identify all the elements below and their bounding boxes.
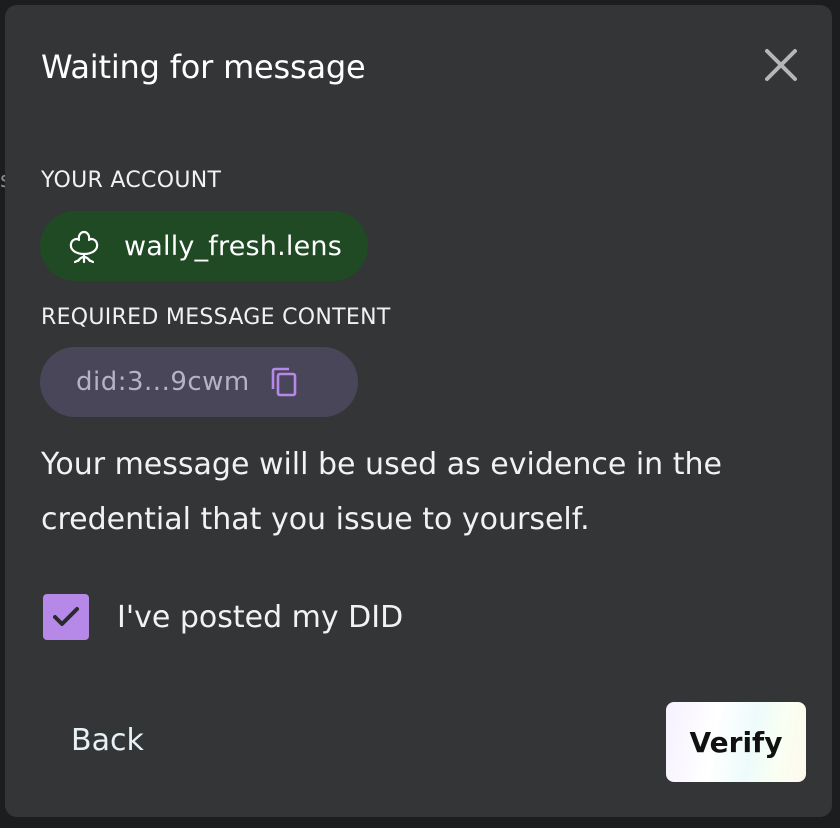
account-badge: wally_fresh.lens — [40, 211, 368, 281]
close-button[interactable] — [757, 41, 805, 89]
lens-protocol-icon — [62, 224, 106, 268]
your-account-label: YOUR ACCOUNT — [41, 168, 222, 193]
back-button[interactable]: Back — [71, 721, 144, 761]
evidence-description: Your message will be used as evidence in… — [41, 447, 722, 537]
account-name: wally_fresh.lens — [124, 230, 342, 262]
checkmark-icon — [53, 607, 79, 626]
copy-button[interactable] — [266, 364, 302, 400]
posted-did-label: I've posted my DID — [117, 599, 404, 635]
posted-did-checkbox[interactable] — [43, 594, 89, 640]
posted-did-checkbox-row[interactable]: I've posted my DID — [43, 593, 403, 641]
did-value: did:3...9cwm — [76, 367, 250, 397]
waiting-for-message-dialog: Waiting for message YOUR ACCOUNT wally_f… — [5, 5, 832, 817]
dialog-title: Waiting for message — [41, 48, 366, 86]
copy-icon — [271, 367, 297, 397]
did-value-badge: did:3...9cwm — [40, 347, 358, 417]
verify-button[interactable]: Verify — [666, 702, 806, 782]
close-icon — [765, 49, 797, 81]
required-message-content-label: REQUIRED MESSAGE CONTENT — [41, 305, 391, 330]
